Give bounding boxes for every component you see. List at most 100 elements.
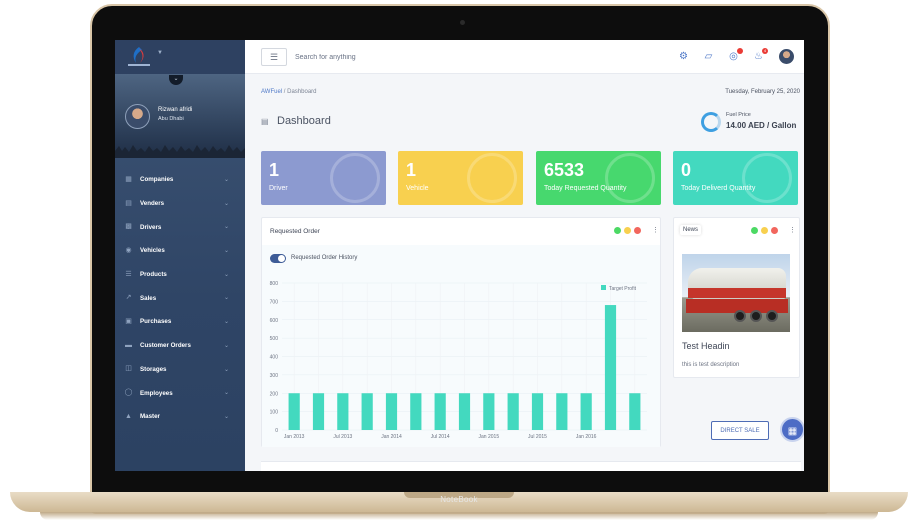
sidebar-item-storages[interactable]: ◫ Storages ⌄ (115, 358, 245, 382)
bank-icon: ▲ (125, 412, 132, 420)
news-panel: News ⋮ Test Headin this is test descript… (673, 217, 800, 378)
bar (483, 393, 495, 430)
legend-swatch (601, 285, 606, 290)
y-tick-label: 200 (270, 391, 279, 397)
logo-area: ▼ (115, 40, 245, 74)
sidebar-item-label: Vehicles (140, 247, 165, 255)
camera-icon (460, 20, 465, 25)
more-options-icon[interactable]: ⋮ (652, 226, 659, 234)
legend-label: Target Profit (609, 286, 637, 292)
maximize-dot-icon[interactable] (751, 227, 758, 234)
bar (604, 305, 617, 430)
sidebar-item-label: Sales (140, 294, 157, 302)
sidebar-item-companies[interactable]: ▦ Companies ⌄ (115, 168, 245, 192)
sidebar-item-label: Storages (140, 365, 167, 373)
logo-icon[interactable] (125, 45, 153, 69)
sidebar-item-label: Companies (140, 176, 174, 184)
news-description: this is test description (682, 362, 740, 368)
sidebar-item-label: Venders (140, 200, 165, 208)
minimize-dot-icon[interactable] (761, 227, 768, 234)
avatar[interactable] (125, 104, 150, 129)
requested-order-panel: Requested Order ⋮ Requested Order Histor… (261, 217, 661, 447)
app-screen: ▼ ⌄ Rizwan afridi Abu Dhabi ▦ Companies ⌄ … (115, 40, 804, 471)
chart-line-icon: ↗ (125, 294, 132, 302)
stat-label: Today Requested Quantity (544, 185, 627, 192)
stat-value: 1 (406, 160, 417, 180)
news-image[interactable] (682, 254, 790, 332)
sidebar-item-drivers[interactable]: ▩ Drivers ⌄ (115, 215, 245, 239)
user-icon (330, 153, 380, 203)
window-dots (751, 227, 778, 234)
bar (629, 393, 641, 430)
user-name: Rizwan afridi (158, 107, 193, 113)
trees-background (115, 145, 245, 158)
chart-area-icon: ▤ (261, 116, 269, 126)
apps-grid-icon[interactable]: ▦ (780, 417, 804, 442)
gear-icon[interactable]: ⚙ (677, 50, 690, 63)
device-label: NoteBook (440, 495, 478, 504)
breadcrumb-separator: / (283, 89, 286, 95)
sidebar: ▼ ⌄ Rizwan afridi Abu Dhabi ▦ Companies ⌄ … (115, 40, 245, 471)
bar (434, 393, 446, 430)
location-icon (605, 153, 655, 203)
chevron-down-icon: ⌄ (223, 200, 229, 207)
stat-value: 0 (681, 160, 692, 180)
bar (580, 393, 592, 430)
stat-card-vehicle[interactable]: 1 Vehicle (398, 151, 523, 205)
cart-icon: ▣ (125, 317, 132, 325)
y-tick-label: 100 (270, 410, 279, 416)
sidebar-item-employees[interactable]: ◯ Employees ⌄ (115, 381, 245, 405)
bell-icon[interactable]: ♨ 4 (752, 48, 768, 63)
fuel-gauge-icon (701, 112, 721, 132)
globe-icon[interactable]: ◎ (727, 48, 743, 63)
cube-icon[interactable]: ▱ (702, 50, 715, 63)
avatar[interactable] (779, 49, 794, 64)
stat-label: Vehicle (406, 185, 429, 192)
maximize-dot-icon[interactable] (614, 227, 621, 234)
window-dots (614, 227, 641, 234)
news-heading[interactable]: Test Headin (682, 341, 730, 351)
page-header: ▤ Dashboard (261, 115, 331, 127)
y-tick-label: 400 (270, 355, 279, 361)
sidebar-item-master[interactable]: ▲ Master ⌄ (115, 405, 245, 429)
y-tick-label: 500 (270, 336, 279, 342)
bottom-panel (261, 461, 801, 471)
close-dot-icon[interactable] (771, 227, 778, 234)
sidebar-item-customer-orders[interactable]: ▬ Customer Orders ⌄ (115, 334, 245, 358)
stat-card-driver[interactable]: 1 Driver (261, 151, 386, 205)
stat-card-delivered-quantity[interactable]: 0 Today Deliverd Quantity (673, 151, 798, 205)
menu-button[interactable]: ☰ (261, 48, 287, 66)
sidebar-item-purchases[interactable]: ▣ Purchases ⌄ (115, 310, 245, 334)
sidebar-nav: ▦ Companies ⌄ ▤ Venders ⌄ ▩ Drivers ⌄ ◉ Vehicle… (115, 168, 245, 429)
sidebar-item-label: Drivers (140, 223, 162, 231)
sidebar-item-venders[interactable]: ▤ Venders ⌄ (115, 192, 245, 216)
bar (556, 393, 568, 430)
minimize-dot-icon[interactable] (624, 227, 631, 234)
chevron-down-icon: ⌄ (223, 319, 229, 326)
stat-value: 6533 (544, 160, 585, 180)
more-options-icon[interactable]: ⋮ (789, 226, 796, 234)
page-title: Dashboard (277, 115, 331, 127)
sidebar-item-sales[interactable]: ↗ Sales ⌄ (115, 286, 245, 310)
bar (312, 393, 325, 430)
chevron-down-icon: ⌄ (223, 224, 229, 231)
x-tick-label: Jul 2014 (431, 434, 450, 440)
chevron-down-icon: ⌄ (223, 271, 229, 278)
bar (337, 393, 349, 430)
breadcrumb-root[interactable]: AWFuel (261, 89, 282, 95)
chevron-down-icon[interactable]: ▼ (157, 50, 163, 56)
direct-sale-button[interactable]: DIRECT SALE (711, 421, 769, 440)
sidebar-item-vehicles[interactable]: ◉ Vehicles ⌄ (115, 239, 245, 263)
chevron-down-icon: ⌄ (223, 390, 229, 397)
user-location: Abu Dhabi (158, 116, 184, 122)
bar-chart: 0 100 200 300 400 500 600 700 800 Jan 2013 Jul 201… (270, 281, 647, 440)
search-input[interactable] (295, 49, 465, 65)
sidebar-item-label: Employees (140, 389, 173, 397)
notification-badge: 4 (762, 48, 768, 54)
stat-value: 1 (269, 160, 280, 180)
sidebar-item-products[interactable]: ☰ Products ⌄ (115, 263, 245, 287)
stat-card-requested-quantity[interactable]: 6533 Today Requested Quantity (536, 151, 661, 205)
close-dot-icon[interactable] (634, 227, 641, 234)
chart-area: Requested Order History 0 100 200 300 400 500… (262, 245, 660, 447)
bar (288, 393, 300, 430)
